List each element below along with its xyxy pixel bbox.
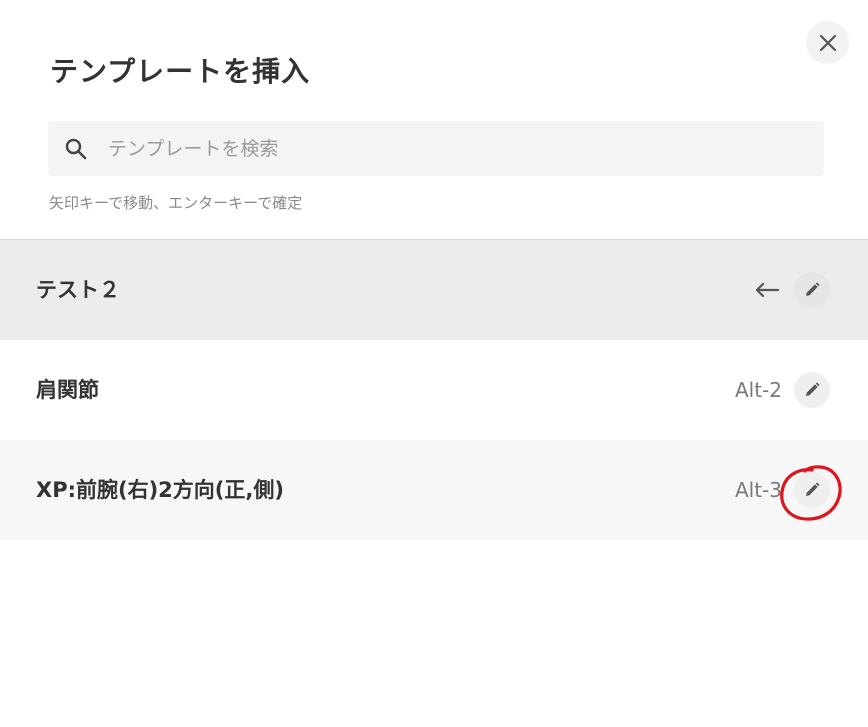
edit-template-button[interactable] — [794, 472, 830, 508]
template-item-actions: Alt-2 — [735, 340, 830, 440]
enter-arrow-icon — [754, 281, 780, 299]
template-name: XP:前腕(右)2方向(正,側) — [36, 478, 284, 502]
shortcut-label: Alt-2 — [734, 378, 782, 402]
template-item-actions: Alt-3 — [735, 440, 830, 540]
pencil-icon — [806, 382, 820, 396]
template-item-2[interactable]: 肩関節 Alt-2 — [0, 340, 868, 440]
keyboard-hint: 矢印キーで移動、エンターキーで確定 — [49, 194, 303, 212]
edit-template-button[interactable] — [794, 272, 830, 308]
dialog-title: テンプレートを挿入 — [50, 55, 311, 88]
close-icon — [819, 34, 836, 51]
close-button[interactable] — [806, 21, 849, 64]
insert-template-dialog: テンプレートを挿入 矢印キーで移動、エンターキーで確定 テスト２ — [0, 0, 868, 727]
shortcut-label: Alt-3 — [734, 478, 782, 502]
template-item-3[interactable]: XP:前腕(右)2方向(正,側) Alt-3 — [0, 440, 868, 540]
template-name: 肩関節 — [36, 378, 99, 402]
edit-template-button[interactable] — [794, 372, 830, 408]
search-input[interactable] — [106, 127, 824, 170]
template-item-actions — [754, 240, 830, 340]
template-item-1[interactable]: テスト２ — [0, 240, 868, 340]
template-name: テスト２ — [36, 278, 120, 302]
pencil-icon — [806, 482, 820, 496]
search-box[interactable] — [48, 121, 824, 176]
pencil-icon — [806, 282, 820, 296]
search-icon — [64, 137, 88, 161]
template-list: テスト２ 肩関節 Alt-2 XP:前腕(右)2方向(正,側) Alt-3 — [0, 240, 868, 540]
